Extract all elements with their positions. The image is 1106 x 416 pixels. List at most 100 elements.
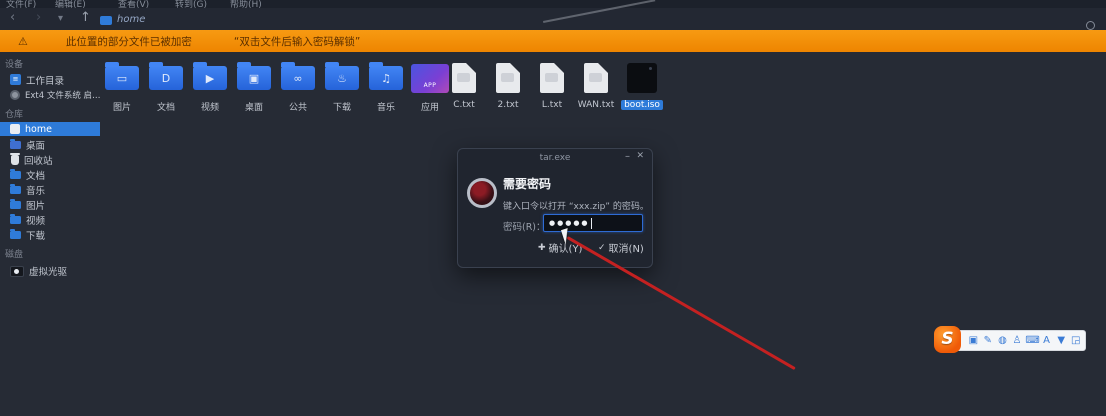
sidebar-item-optical-drive[interactable]: 虚拟光驱	[0, 262, 100, 280]
folder-emblem: ▶	[205, 71, 215, 85]
up-icon[interactable]: ↑	[80, 10, 91, 25]
chevron-down-icon[interactable]: ▾	[58, 13, 63, 24]
folder-label: 视频	[200, 103, 219, 113]
folder-label: 桌面	[244, 103, 263, 113]
iso-file-icon	[627, 63, 657, 93]
ime-globe-icon[interactable]: ◍	[996, 335, 1009, 346]
sidebar-header-devices: 设备	[5, 60, 24, 70]
folder-emblem: ∞	[293, 71, 303, 85]
dialog-heading: 需要密码	[503, 177, 552, 191]
desktop-folder-icon: ▣	[237, 62, 271, 90]
sidebar-item-downloads[interactable]: 下载	[0, 227, 100, 242]
text-file-icon	[540, 63, 564, 93]
folder-grid: ▭ 图片 D 文档 ▶ 视频 ▣ 桌面 ∞ 公共 ♨ 下载 ♫ 音乐 APP 应	[100, 60, 452, 113]
folder-item-videos[interactable]: ▶ 视频	[188, 60, 232, 113]
disk-device-icon	[10, 89, 20, 100]
folder-item-downloads[interactable]: ♨ 下载	[320, 60, 364, 113]
text-file-icon	[496, 63, 520, 93]
close-icon[interactable]: ✕	[636, 151, 644, 161]
sidebar-item-label: 下载	[26, 230, 46, 242]
folder-item-music[interactable]: ♫ 音乐	[364, 60, 408, 113]
folder-item-documents[interactable]: D 文档	[144, 60, 188, 113]
password-input[interactable]: ●●●●●	[543, 214, 643, 232]
folder-item-pictures[interactable]: ▭ 图片	[100, 60, 144, 113]
confirm-icon: ✚	[538, 242, 546, 253]
sidebar-item-videos[interactable]: 视频	[0, 212, 100, 227]
location-breadcrumb[interactable]: home	[117, 14, 145, 25]
file-label: boot.iso	[621, 100, 663, 110]
menu-item-help[interactable]: 帮助(H)	[230, 0, 262, 8]
back-icon[interactable]: ‹	[10, 10, 15, 25]
sidebar-item-label: 桌面	[26, 140, 46, 152]
folder-label: 音乐	[376, 103, 395, 113]
ime-mode-icon[interactable]: ▣	[967, 335, 980, 346]
forward-icon[interactable]: ›	[36, 10, 41, 25]
lock-record-icon	[467, 178, 497, 208]
sidebar-item-label: 虚拟光驱	[29, 267, 68, 278]
banner-text: 此位置的部分文件已被加密	[65, 35, 192, 48]
desktop-folder-icon	[10, 138, 21, 149]
file-grid: C.txt 2.txt L.txt WAN.txt boot.iso	[442, 60, 666, 110]
ime-toolbox-icon[interactable]: ◲	[1069, 335, 1082, 346]
folder-item-public[interactable]: ∞ 公共	[276, 60, 320, 113]
search-icon[interactable]	[1086, 21, 1095, 30]
file-manager-window: 文件(F) 编辑(E) 查看(V) 转到(G) 帮助(H) ‹ › ▾ ↑ ho…	[0, 0, 1106, 416]
ime-person-icon[interactable]: ♙	[1011, 335, 1024, 346]
cancel-button[interactable]: ✓ 取消(N)	[598, 240, 644, 256]
music-folder-icon	[10, 183, 21, 194]
notification-banner: ⚠ 此位置的部分文件已被加密 “双击文件后输入密码解锁”	[0, 30, 1106, 52]
optical-drive-icon	[10, 265, 24, 277]
sidebar-item-workspace[interactable]: ≡ 工作目录	[0, 72, 100, 87]
file-item[interactable]: 2.txt	[486, 60, 530, 110]
folder-label: 图片	[112, 103, 131, 113]
file-item[interactable]: L.txt	[530, 60, 574, 110]
folder-emblem: D	[161, 71, 171, 85]
minimize-icon[interactable]: –	[625, 151, 630, 162]
documents-folder-icon: D	[149, 62, 183, 90]
folder-label: 应用	[420, 103, 439, 113]
sidebar-item-music[interactable]: 音乐	[0, 182, 100, 197]
menu-bar: 文件(F) 编辑(E) 查看(V) 转到(G) 帮助(H)	[0, 0, 1106, 8]
folder-label: 文档	[156, 103, 175, 113]
videos-folder-icon	[10, 213, 21, 224]
documents-folder-icon	[10, 168, 21, 179]
sidebar-item-label: 图片	[26, 200, 46, 212]
sidebar-item-home[interactable]: home	[0, 122, 100, 136]
sidebar-item-pictures[interactable]: 图片	[0, 197, 100, 212]
menu-item-go[interactable]: 转到(G)	[175, 0, 207, 8]
sidebar-item-desktop[interactable]: 桌面	[0, 137, 100, 152]
password-label: 密码(R)：	[503, 222, 546, 233]
ime-font-icon[interactable]: A	[1040, 335, 1053, 346]
sidebar-item-trash[interactable]: 回收站	[0, 152, 100, 167]
banner-hint-text: “双击文件后输入密码解锁”	[233, 35, 361, 48]
trash-icon	[10, 152, 20, 165]
file-label: L.txt	[541, 100, 563, 110]
ime-skin-icon[interactable]: ▼	[1055, 335, 1068, 346]
menu-item-view[interactable]: 查看(V)	[118, 0, 149, 8]
file-label: WAN.txt	[577, 100, 615, 110]
sidebar-item-label: 视频	[26, 215, 46, 227]
file-item[interactable]: WAN.txt	[574, 60, 618, 110]
iso-file-item-selected[interactable]: boot.iso	[618, 60, 666, 110]
sidebar-item-label: 工作目录	[26, 75, 65, 87]
folder-emblem: ♨	[337, 71, 347, 85]
ime-logo-icon[interactable]: S	[934, 326, 961, 353]
sidebar-item-label: 回收站	[24, 155, 53, 167]
cancel-label: 取消(N)	[608, 244, 644, 255]
ime-status-bar: ▣ ✎ ◍ ♙ ⌨ A ▼ ◲	[950, 330, 1086, 351]
ime-pen-icon[interactable]: ✎	[982, 335, 995, 346]
home-folder-icon	[10, 124, 20, 134]
ime-keyboard-icon[interactable]: ⌨	[1025, 335, 1039, 346]
cancel-icon: ✓	[598, 242, 606, 253]
menu-item-edit[interactable]: 编辑(E)	[55, 0, 86, 8]
folder-label: 公共	[288, 103, 307, 113]
sidebar-item-filesystem[interactable]: Ext4 文件系统 启… •	[0, 87, 100, 102]
sidebar-item-label: Ext4 文件系统 启…	[25, 90, 100, 101]
file-item[interactable]: C.txt	[442, 60, 486, 110]
public-folder-icon: ∞	[281, 62, 315, 90]
warning-icon: ⚠	[18, 34, 28, 48]
folder-item-desktop[interactable]: ▣ 桌面	[232, 60, 276, 113]
sidebar-item-documents[interactable]: 文档	[0, 167, 100, 182]
menu-item-file[interactable]: 文件(F)	[6, 0, 36, 8]
app-badge: APP	[423, 81, 437, 89]
